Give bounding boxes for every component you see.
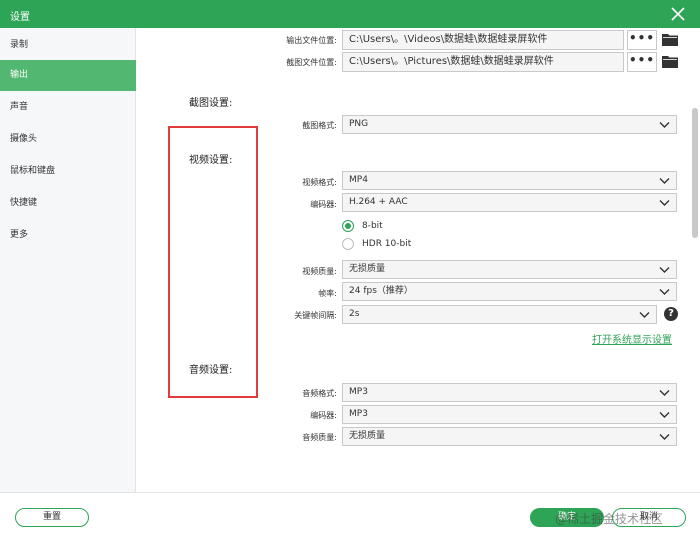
screenshot-settings-title: 截图设置: bbox=[189, 98, 233, 109]
chevron-down-icon bbox=[659, 122, 670, 128]
screenshot-path-label: 截图文件位置: bbox=[286, 58, 337, 67]
chevron-down-icon bbox=[659, 434, 670, 440]
video-encoder-select[interactable]: H.264 + AAC bbox=[342, 193, 677, 212]
video-quality-label: 视频质量: bbox=[302, 267, 337, 276]
sidebar-item-more[interactable]: 更多 bbox=[0, 220, 136, 251]
footer-bar: 重置 确定 取消 @稀土掘金技术社区 bbox=[0, 492, 700, 542]
screenshot-format-label: 截图格式: bbox=[302, 121, 337, 130]
audio-encoder-label: 编码器: bbox=[310, 411, 337, 420]
chevron-down-icon bbox=[659, 390, 670, 396]
help-icon[interactable]: ? bbox=[664, 307, 678, 321]
framerate-select[interactable]: 24 fps（推荐） bbox=[342, 282, 677, 301]
chevron-down-icon bbox=[659, 178, 670, 184]
chevron-down-icon bbox=[659, 412, 670, 418]
screenshot-path-field[interactable]: C:\Users\。\Pictures\数据蛙\数据蛙录屏软件 bbox=[342, 52, 624, 72]
bitdepth-8bit-label: 8-bit bbox=[362, 221, 383, 231]
video-format-label: 视频格式: bbox=[302, 178, 337, 187]
keyframe-interval-select[interactable]: 2s bbox=[342, 305, 657, 324]
screenshot-format-select[interactable]: PNG bbox=[342, 115, 677, 134]
open-display-settings-link[interactable]: 打开系统显示设置 bbox=[592, 331, 672, 346]
title-bar: 设置 bbox=[0, 0, 700, 28]
keyframe-interval-label: 关键帧间隔: bbox=[294, 311, 337, 320]
audio-quality-value: 无损质量 bbox=[349, 431, 386, 441]
sidebar-item-record[interactable]: 录制 bbox=[0, 30, 136, 61]
bitdepth-hdr10-label: HDR 10-bit bbox=[362, 239, 412, 249]
output-path-label: 输出文件位置: bbox=[286, 36, 337, 45]
output-path-field[interactable]: C:\Users\。\Videos\数据蛙\数据蛙录屏软件 bbox=[342, 30, 624, 50]
close-icon[interactable] bbox=[670, 6, 686, 22]
window-title: 设置 bbox=[10, 12, 30, 23]
audio-encoder-value: MP3 bbox=[349, 409, 368, 419]
video-encoder-label: 编码器: bbox=[310, 200, 337, 209]
video-quality-select[interactable]: 无损质量 bbox=[342, 260, 677, 279]
annotation-highlight-box bbox=[168, 126, 258, 398]
sidebar-item-hotkeys[interactable]: 快捷键 bbox=[0, 188, 136, 219]
output-browse-button[interactable]: ••• bbox=[627, 30, 657, 50]
output-folder-icon[interactable] bbox=[662, 33, 678, 46]
video-encoder-value: H.264 + AAC bbox=[349, 197, 408, 207]
chevron-down-icon bbox=[659, 200, 670, 206]
sidebar-item-mouse-keyboard[interactable]: 鼠标和键盘 bbox=[0, 156, 136, 187]
bitdepth-hdr10-radio[interactable] bbox=[342, 238, 354, 250]
audio-encoder-select[interactable]: MP3 bbox=[342, 405, 677, 424]
bitdepth-8bit-radio[interactable] bbox=[342, 220, 354, 232]
sidebar-item-sound[interactable]: 声音 bbox=[0, 92, 136, 123]
video-format-select[interactable]: MP4 bbox=[342, 171, 677, 190]
audio-format-value: MP3 bbox=[349, 387, 368, 397]
sidebar: 录制 输出 声音 摄像头 鼠标和键盘 快捷键 更多 bbox=[0, 28, 136, 492]
scrollbar-thumb[interactable] bbox=[692, 108, 698, 238]
chevron-down-icon bbox=[639, 312, 650, 318]
sidebar-item-output[interactable]: 输出 bbox=[0, 60, 136, 91]
screenshot-browse-button[interactable]: ••• bbox=[627, 52, 657, 72]
sidebar-item-camera[interactable]: 摄像头 bbox=[0, 124, 136, 155]
audio-quality-select[interactable]: 无损质量 bbox=[342, 427, 677, 446]
settings-panel: 输出文件位置: C:\Users\。\Videos\数据蛙\数据蛙录屏软件 ••… bbox=[137, 28, 700, 492]
watermark-text: @稀土掘金技术社区 bbox=[555, 512, 664, 526]
screenshot-format-value: PNG bbox=[349, 119, 369, 129]
screenshot-folder-icon[interactable] bbox=[662, 55, 678, 68]
video-format-value: MP4 bbox=[349, 175, 368, 185]
audio-quality-label: 音频质量: bbox=[302, 433, 337, 442]
framerate-value: 24 fps（推荐） bbox=[349, 286, 413, 296]
keyframe-interval-value: 2s bbox=[349, 309, 360, 319]
video-quality-value: 无损质量 bbox=[349, 264, 386, 274]
chevron-down-icon bbox=[659, 289, 670, 295]
audio-format-label: 音频格式: bbox=[302, 389, 337, 398]
reset-button[interactable]: 重置 bbox=[15, 508, 89, 527]
framerate-label: 帧率: bbox=[318, 289, 337, 298]
chevron-down-icon bbox=[659, 267, 670, 273]
audio-format-select[interactable]: MP3 bbox=[342, 383, 677, 402]
